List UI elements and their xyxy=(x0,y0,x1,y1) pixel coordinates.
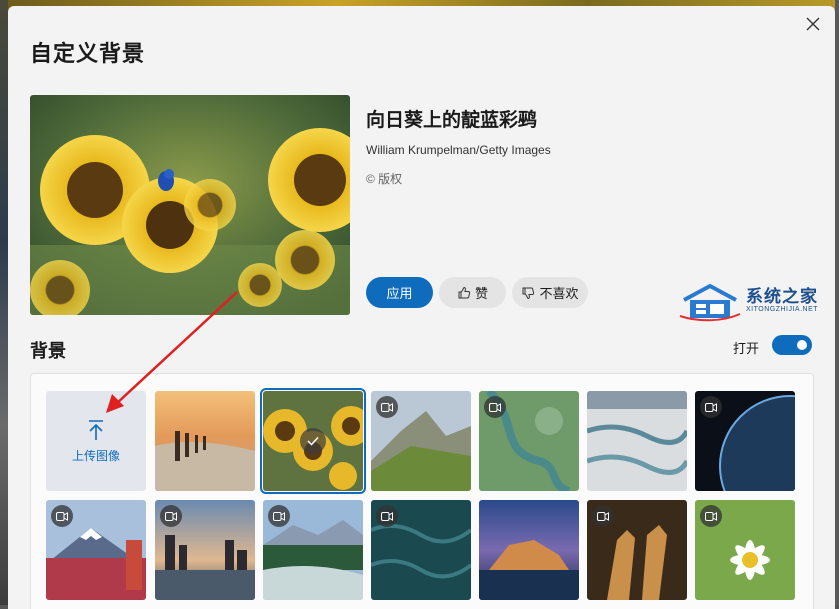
toggle-label: 打开 xyxy=(733,341,760,356)
video-badge xyxy=(376,505,398,527)
video-camera-icon xyxy=(597,511,609,521)
background-credit: William Krumpelman/Getty Images xyxy=(366,143,551,157)
gallery-thumbnail-mountain-river[interactable] xyxy=(263,500,363,600)
dislike-label: 不喜欢 xyxy=(539,286,579,301)
video-camera-icon xyxy=(705,402,717,412)
video-badge xyxy=(700,396,722,418)
video-camera-icon xyxy=(165,511,177,521)
like-button[interactable]: 赞 xyxy=(439,277,506,308)
close-button[interactable] xyxy=(803,14,823,34)
gallery-thumbnail-ocean-waves[interactable] xyxy=(371,500,471,600)
gallery-thumbnail-daisy-bee[interactable] xyxy=(695,500,795,600)
apply-button[interactable]: 应用 xyxy=(366,277,433,308)
video-camera-icon xyxy=(705,511,717,521)
apply-label: 应用 xyxy=(386,286,413,301)
gallery-thumbnail-sunflower[interactable] xyxy=(260,388,366,494)
video-camera-icon xyxy=(489,402,501,412)
section-title: 背景 xyxy=(30,341,66,361)
copyright-link[interactable]: © 版权 xyxy=(366,170,402,187)
video-camera-icon xyxy=(381,511,393,521)
gallery-thumbnail-river-aerial[interactable] xyxy=(479,391,579,491)
selected-check-badge xyxy=(300,428,326,454)
video-camera-icon xyxy=(381,402,393,412)
gallery-thumbnail-coastal-town[interactable] xyxy=(479,500,579,600)
gallery-thumbnail-earth-space[interactable] xyxy=(695,391,795,491)
close-icon xyxy=(806,17,820,31)
like-label: 赞 xyxy=(474,286,488,301)
dialog-title: 自定义背景 xyxy=(30,41,146,66)
customize-background-dialog: 自定义背景 向日葵上的靛蓝彩鹀 William Krumpelman/Getty… xyxy=(8,6,835,609)
background-page-right xyxy=(835,0,839,609)
gallery-thumbnail-white-dunes[interactable] xyxy=(587,391,687,491)
gallery-thumbnail-mount-fuji[interactable] xyxy=(46,500,146,600)
video-badge xyxy=(160,505,182,527)
toggle-knob xyxy=(797,340,807,350)
upload-label: 上传图像 xyxy=(71,448,120,463)
upload-image-tile[interactable]: 上传图像 xyxy=(46,391,146,491)
background-page-left xyxy=(0,0,8,609)
gallery-thumbnail-city-skyline[interactable] xyxy=(155,500,255,600)
gallery-thumbnail-mountain-ridge[interactable] xyxy=(371,391,471,491)
watermark-house-icon xyxy=(679,283,741,322)
gallery-thumbnail-giraffes[interactable] xyxy=(587,500,687,600)
video-badge xyxy=(592,505,614,527)
dislike-button[interactable]: 不喜欢 xyxy=(512,277,588,308)
video-badge xyxy=(484,396,506,418)
thumbs-up-icon xyxy=(458,286,471,298)
video-badge xyxy=(268,505,290,527)
video-badge xyxy=(700,505,722,527)
video-badge xyxy=(51,505,73,527)
background-toggle[interactable] xyxy=(772,335,812,355)
video-camera-icon xyxy=(273,511,285,521)
background-title: 向日葵上的靛蓝彩鹀 xyxy=(366,110,538,131)
video-camera-icon xyxy=(56,511,68,521)
watermark-url: XITONGZHIJIA.NET xyxy=(746,306,819,313)
background-preview-image xyxy=(30,95,350,315)
gallery-thumbnail-beach-posts[interactable] xyxy=(155,391,255,491)
checkmark-icon xyxy=(307,436,319,446)
upload-arrow-icon xyxy=(89,419,103,440)
thumbs-down-icon xyxy=(522,287,535,299)
video-badge xyxy=(376,396,398,418)
watermark: 系统之家 XITONGZHIJIA.NET xyxy=(674,276,834,326)
background-gallery: 上传图像 xyxy=(30,373,814,609)
watermark-brand: 系统之家 xyxy=(746,287,818,306)
